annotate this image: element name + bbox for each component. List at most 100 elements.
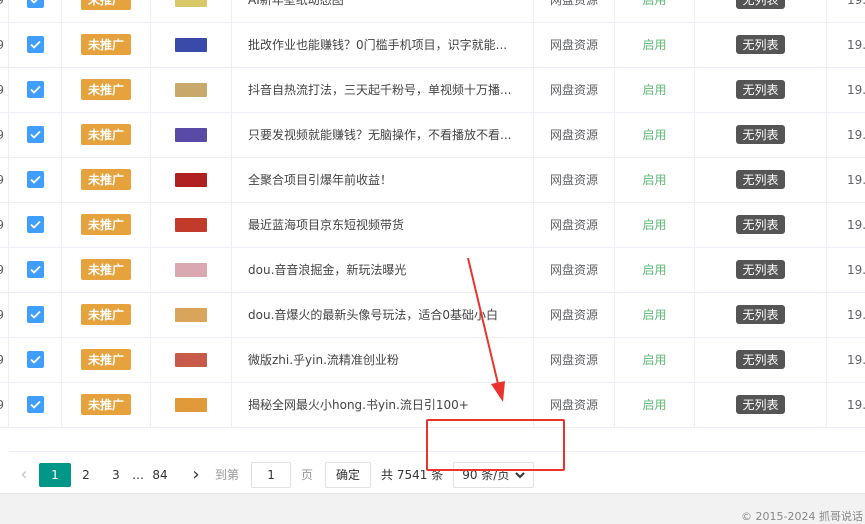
table-row: 9 未推广 微版zhi.乎yin.流精准创业粉 网盘资源 启用 无列表 19.5 <box>0 337 865 383</box>
status-cell: 启用 <box>615 112 695 157</box>
row-status[interactable]: 启用 <box>642 126 666 143</box>
thumbnail-image[interactable] <box>175 397 207 412</box>
thumbnail-image[interactable] <box>175 172 207 187</box>
goto-page-input[interactable]: 1 <box>251 461 292 488</box>
title-cell: 批改作业也能赚钱？0门槛手机项目，识字就能... <box>232 22 534 67</box>
row-checkbox[interactable] <box>26 126 44 143</box>
row-status[interactable]: 启用 <box>642 261 666 278</box>
date-cell: 19.5 <box>827 0 865 22</box>
next-page-button[interactable]: › <box>181 460 211 490</box>
row-status[interactable]: 启用 <box>642 36 666 53</box>
date-cell: 19.5 <box>827 157 865 202</box>
list-badge[interactable]: 无列表 <box>736 215 785 234</box>
promo-status-tag[interactable]: 未推广 <box>80 349 131 370</box>
list-badge[interactable]: 无列表 <box>736 170 785 189</box>
row-checkbox[interactable] <box>26 171 44 188</box>
promo-status-tag[interactable]: 未推广 <box>80 169 131 190</box>
row-checkbox[interactable] <box>26 261 44 278</box>
promo-status-tag[interactable]: 未推广 <box>80 259 131 280</box>
row-status[interactable]: 启用 <box>642 0 666 8</box>
title-cell: 微版zhi.乎yin.流精准创业粉 <box>232 337 534 382</box>
thumb-cell <box>151 22 232 67</box>
row-status[interactable]: 启用 <box>642 81 666 98</box>
row-title[interactable]: 抖音自热流打法，三天起千粉号，单视频十万播... <box>248 81 518 98</box>
row-category: 网盘资源 <box>549 83 598 97</box>
thumbnail-image[interactable] <box>175 307 207 322</box>
checkbox-cell <box>9 337 62 382</box>
row-date: 19.5 <box>847 217 865 232</box>
row-checkbox[interactable] <box>26 396 44 413</box>
page-3-button[interactable]: 3 <box>101 463 131 487</box>
category-cell: 网盘资源 <box>534 0 615 22</box>
row-date: 19.5 <box>847 0 865 7</box>
date-cell: 19.5 <box>827 382 865 427</box>
row-title[interactable]: dou.音音浪掘金，新玩法曝光 <box>248 261 518 278</box>
thumb-cell <box>151 247 232 292</box>
promo-status-tag[interactable]: 未推广 <box>80 304 131 325</box>
row-title[interactable]: dou.音爆火的最新头像号玩法，适合0基础小白 <box>248 306 518 323</box>
row-index: 9 <box>0 202 9 247</box>
thumbnail-image[interactable] <box>175 127 207 142</box>
thumb-cell <box>151 67 232 112</box>
row-title[interactable]: 只要发视频就能赚钱？无脑操作，不看播放不看... <box>248 126 518 143</box>
checkbox-cell <box>9 247 62 292</box>
thumbnail-image[interactable] <box>175 217 207 232</box>
row-status[interactable]: 启用 <box>642 351 666 368</box>
row-title[interactable]: 批改作业也能赚钱？0门槛手机项目，识字就能... <box>248 36 518 53</box>
thumbnail-image[interactable] <box>175 82 207 97</box>
list-badge[interactable]: 无列表 <box>736 395 785 414</box>
row-checkbox[interactable] <box>26 81 44 98</box>
checkbox-cell <box>9 292 62 337</box>
category-cell: 网盘资源 <box>534 202 615 247</box>
promo-status-tag[interactable]: 未推广 <box>80 79 131 100</box>
promo-status-tag[interactable]: 未推广 <box>80 394 131 415</box>
list-badge[interactable]: 无列表 <box>736 350 785 369</box>
goto-confirm-button[interactable]: 确定 <box>325 461 372 488</box>
row-status[interactable]: 启用 <box>642 396 666 413</box>
promo-status-tag[interactable]: 未推广 <box>80 34 131 55</box>
table-row: 9 未推广 AI新年壁纸动态图 网盘资源 启用 无列表 19.5 <box>0 0 865 23</box>
row-category: 网盘资源 <box>549 398 598 412</box>
row-title[interactable]: 微版zhi.乎yin.流精准创业粉 <box>248 351 518 368</box>
row-checkbox[interactable] <box>26 216 44 233</box>
row-status[interactable]: 启用 <box>642 171 666 188</box>
checkbox-cell <box>9 157 62 202</box>
page-last-button[interactable]: 84 <box>145 463 175 487</box>
row-category: 网盘资源 <box>549 173 598 187</box>
tag-cell: 未推广 <box>62 202 151 247</box>
row-category: 网盘资源 <box>549 38 598 52</box>
row-date: 19.5 <box>847 127 865 142</box>
row-checkbox[interactable] <box>26 306 44 323</box>
row-date: 19.5 <box>847 82 865 97</box>
list-badge[interactable]: 无列表 <box>736 125 785 144</box>
row-status[interactable]: 启用 <box>642 216 666 233</box>
row-title[interactable]: 揭秘全网最火小hong.书yin.流日引100+ <box>248 396 518 413</box>
list-badge[interactable]: 无列表 <box>736 260 785 279</box>
row-checkbox[interactable] <box>26 36 44 53</box>
list-badge[interactable]: 无列表 <box>736 35 785 54</box>
list-badge[interactable]: 无列表 <box>736 305 785 324</box>
list-cell: 无列表 <box>695 22 827 67</box>
page-1-button[interactable]: 1 <box>39 462 71 487</box>
row-index: 9 <box>0 22 9 67</box>
thumbnail-image[interactable] <box>175 37 207 52</box>
row-title[interactable]: AI新年壁纸动态图 <box>248 0 518 8</box>
row-title[interactable]: 全聚合项目引爆年前收益！ <box>248 171 518 188</box>
promo-status-tag[interactable]: 未推广 <box>80 214 131 235</box>
row-title[interactable]: 最近蓝海项目京东短视频带货 <box>248 216 518 233</box>
row-index: 9 <box>0 247 9 292</box>
page-2-button[interactable]: 2 <box>71 463 101 487</box>
title-cell: dou.音音浪掘金，新玩法曝光 <box>232 247 534 292</box>
list-badge[interactable]: 无列表 <box>736 80 785 99</box>
thumbnail-image[interactable] <box>175 262 207 277</box>
row-checkbox[interactable] <box>26 0 44 8</box>
promo-status-tag[interactable]: 未推广 <box>80 124 131 145</box>
row-checkbox[interactable] <box>26 351 44 368</box>
prev-page-button[interactable]: ‹ <box>9 460 39 490</box>
thumb-cell <box>151 157 232 202</box>
thumbnail-image[interactable] <box>175 0 207 7</box>
list-badge[interactable]: 无列表 <box>736 0 785 9</box>
row-status[interactable]: 启用 <box>642 306 666 323</box>
thumbnail-image[interactable] <box>175 352 207 367</box>
promo-status-tag[interactable]: 未推广 <box>80 0 131 10</box>
